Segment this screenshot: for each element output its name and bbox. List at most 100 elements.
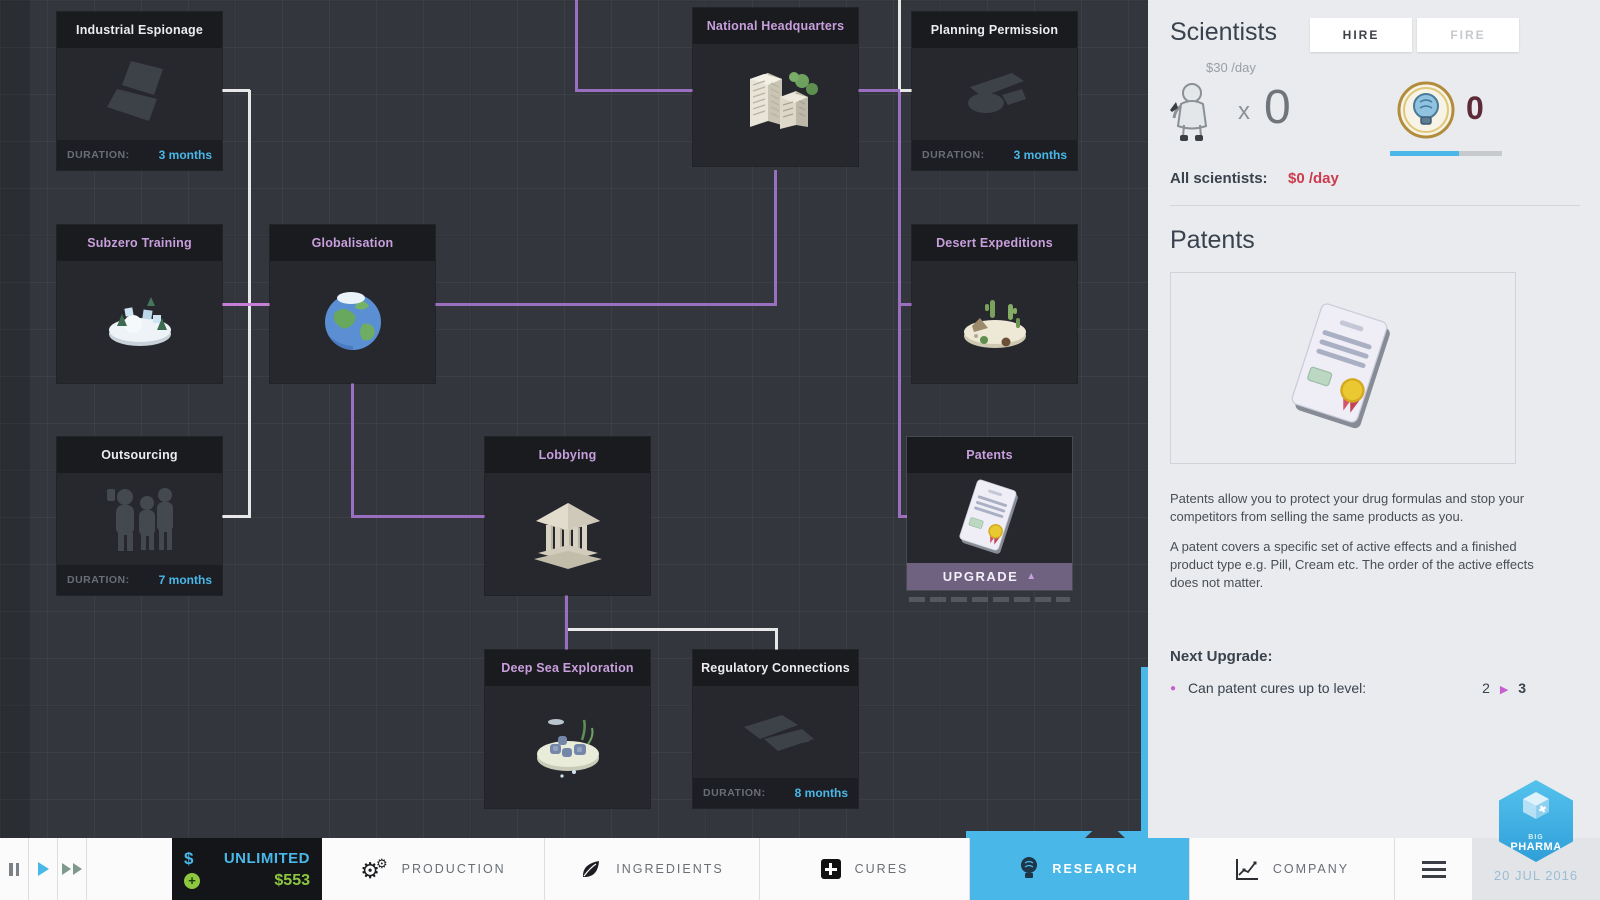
fire-button[interactable]: FIRE bbox=[1417, 18, 1519, 52]
research-node-subzero-training[interactable]: Subzero Training bbox=[57, 225, 222, 383]
node-title: Deep Sea Exploration bbox=[485, 650, 650, 686]
all-scientists-value: $0 /day bbox=[1288, 170, 1339, 187]
connector-line bbox=[575, 0, 578, 92]
people-silhouette-icon bbox=[57, 473, 222, 565]
patent-upgrade-progress bbox=[909, 597, 1070, 602]
upgrade-arrow-icon: ▲ bbox=[1026, 571, 1037, 582]
bottom-toolbar: $ UNLIMITED + $553 ⚙⚙ PRODUCTION INGREDI… bbox=[0, 838, 1600, 900]
research-node-planning-permission[interactable]: Planning Permission DURATION: 3 months bbox=[912, 12, 1077, 170]
node-title: Globalisation bbox=[270, 225, 435, 261]
research-tree-canvas[interactable]: Industrial Espionage DURATION: 3 months … bbox=[0, 0, 1148, 838]
node-title: Patents bbox=[907, 437, 1072, 473]
active-tab-pointer bbox=[1085, 819, 1125, 838]
cash-value: $553 bbox=[274, 871, 310, 889]
upgrade-label: UPGRADE bbox=[942, 569, 1019, 584]
currency-icon: $ bbox=[184, 848, 194, 868]
ledger-silhouette-icon bbox=[693, 686, 858, 778]
pause-button[interactable] bbox=[0, 838, 29, 900]
connector-line bbox=[435, 303, 777, 306]
big-pharma-research-screen: Industrial Espionage DURATION: 3 months … bbox=[0, 0, 1600, 900]
research-node-patents[interactable]: Patents UPGRADE ▲ bbox=[907, 437, 1072, 590]
cube-icon bbox=[1523, 791, 1549, 819]
connector-line bbox=[775, 628, 778, 652]
arctic-island-icon bbox=[57, 261, 222, 383]
headquarters-buildings-icon bbox=[693, 44, 858, 166]
connector-line bbox=[351, 383, 354, 518]
tab-research[interactable]: RESEARCH bbox=[970, 838, 1190, 900]
gears-icon: ⚙⚙ bbox=[360, 855, 388, 883]
tab-production[interactable]: ⚙⚙ PRODUCTION bbox=[322, 838, 545, 900]
scientist-icon bbox=[1164, 80, 1216, 147]
canvas-shade bbox=[0, 0, 30, 838]
connector-line bbox=[858, 89, 900, 92]
laptop-silhouette-icon bbox=[57, 48, 222, 140]
research-node-globalisation[interactable]: Globalisation bbox=[270, 225, 435, 383]
menu-button[interactable] bbox=[1395, 838, 1472, 900]
level-to: 3 bbox=[1518, 680, 1526, 696]
bullet-icon: ● bbox=[1170, 683, 1177, 694]
scientists-heading: Scientists bbox=[1170, 18, 1277, 46]
duration-value: 3 months bbox=[158, 148, 212, 162]
fast-forward-button[interactable] bbox=[58, 838, 87, 900]
research-detail-panel: Scientists HIRE FIRE $30 /day x 0 0 All … bbox=[1148, 0, 1600, 838]
research-node-desert-expeditions[interactable]: Desert Expeditions bbox=[912, 225, 1077, 383]
next-upgrade-label: Next Upgrade: bbox=[1170, 648, 1273, 665]
research-node-outsourcing[interactable]: Outsourcing DURATION: 7 months bbox=[57, 437, 222, 595]
node-title: National Headquarters bbox=[693, 8, 858, 44]
node-title: Regulatory Connections bbox=[693, 650, 858, 686]
research-node-industrial-espionage[interactable]: Industrial Espionage DURATION: 3 months bbox=[57, 12, 222, 170]
upgrade-button[interactable]: UPGRADE ▲ bbox=[907, 563, 1072, 590]
research-node-deep-sea-exploration[interactable]: Deep Sea Exploration bbox=[485, 650, 650, 808]
patent-description-2: A patent covers a specific set of active… bbox=[1170, 539, 1534, 590]
patent-document-icon bbox=[1291, 303, 1390, 429]
connector-line bbox=[222, 89, 250, 92]
fast-forward-icon bbox=[62, 863, 82, 875]
connector-line bbox=[566, 628, 778, 631]
play-button[interactable] bbox=[29, 838, 58, 900]
tab-company[interactable]: COMPANY bbox=[1190, 838, 1395, 900]
patent-document-icon bbox=[907, 473, 1072, 563]
node-title: Desert Expeditions bbox=[912, 225, 1077, 261]
multiply-sign: x bbox=[1238, 98, 1250, 125]
time-controls bbox=[0, 838, 172, 900]
tree-scrollbar[interactable] bbox=[1141, 667, 1148, 838]
brand-name: PHARMA bbox=[1510, 840, 1562, 853]
research-node-regulatory-connections[interactable]: Regulatory Connections DURATION: 8 month… bbox=[693, 650, 858, 808]
tab-ingredients[interactable]: INGREDIENTS bbox=[545, 838, 760, 900]
knowledge-progress-bar bbox=[1390, 151, 1502, 156]
duration-label: DURATION: bbox=[67, 149, 130, 161]
knowledge-bulb-icon bbox=[1396, 80, 1456, 145]
level-from: 2 bbox=[1482, 680, 1490, 696]
research-node-lobbying[interactable]: Lobbying bbox=[485, 437, 650, 595]
connector-line bbox=[351, 515, 485, 518]
duration-label: DURATION: bbox=[67, 574, 130, 586]
connector-line bbox=[222, 303, 270, 306]
duration-label: DURATION: bbox=[703, 787, 766, 799]
seabed-island-icon bbox=[485, 686, 650, 808]
pause-icon bbox=[9, 862, 19, 876]
medical-cross-icon bbox=[820, 859, 841, 879]
node-title: Subzero Training bbox=[57, 225, 222, 261]
brand-top: BIG bbox=[1528, 833, 1544, 841]
scientist-count: 0 bbox=[1264, 81, 1291, 134]
chart-icon bbox=[1235, 859, 1258, 880]
connector-line bbox=[898, 0, 901, 92]
knowledge-count: 0 bbox=[1466, 90, 1484, 126]
tab-cures[interactable]: CURES bbox=[760, 838, 970, 900]
duration-value: 7 months bbox=[158, 573, 212, 587]
connector-line bbox=[222, 515, 250, 518]
government-building-icon bbox=[485, 473, 650, 595]
hire-button[interactable]: HIRE bbox=[1310, 18, 1412, 52]
upgrade-effect-row: ● Can patent cures up to level: 2 ▶ 3 bbox=[1170, 680, 1562, 696]
level-arrow-icon: ▶ bbox=[1499, 684, 1509, 696]
scientist-rate: $30 /day bbox=[1206, 60, 1256, 75]
duration-label: DURATION: bbox=[922, 149, 985, 161]
research-node-national-headquarters[interactable]: National Headquarters bbox=[693, 8, 858, 166]
leaf-icon bbox=[583, 861, 600, 877]
node-title: Lobbying bbox=[485, 437, 650, 473]
budget-value: UNLIMITED bbox=[223, 850, 310, 867]
node-title: Industrial Espionage bbox=[57, 12, 222, 48]
patent-description-1: Patents allow you to protect your drug f… bbox=[1170, 491, 1525, 524]
patent-preview-box bbox=[1170, 272, 1516, 464]
connector-line bbox=[575, 89, 693, 92]
